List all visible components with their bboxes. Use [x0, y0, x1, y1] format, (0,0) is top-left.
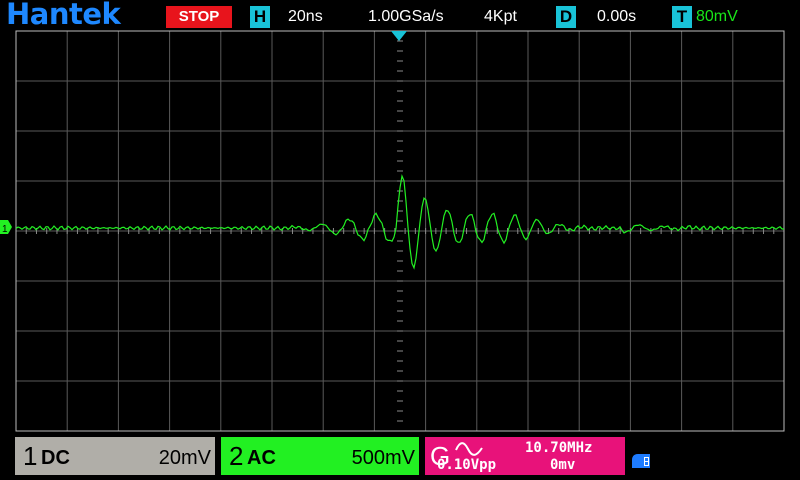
delay-value[interactable]: 0.00s	[597, 6, 636, 28]
delay-tag-icon: D	[556, 6, 576, 28]
svg-text:1: 1	[2, 224, 8, 235]
scope-display: 1	[0, 30, 785, 432]
status-bar: Hantek STOP H 20ns 1.00GSa/s 4Kpt D 0.00…	[0, 0, 800, 32]
horizontal-tag-icon: H	[250, 6, 270, 28]
channel1-scale: 20mV	[158, 447, 211, 469]
usb-storage-icon	[632, 454, 650, 468]
run-stop-button[interactable]: STOP	[166, 6, 232, 28]
timebase-value[interactable]: 20ns	[288, 6, 323, 28]
channel2-coupling: AC	[247, 447, 276, 469]
generator-frequency: 10.70MHz	[525, 440, 593, 456]
channel2-waveform	[15, 173, 785, 270]
trigger-level-value[interactable]: 80mV	[696, 6, 738, 28]
channel1-number: 1	[23, 441, 38, 471]
trigger-tag-icon: T	[672, 6, 692, 28]
generator-offset: 0mv	[550, 457, 576, 473]
memory-depth-value: 4Kpt	[484, 8, 517, 25]
channel-info-bar: 1 DC 20mV 2 AC 500mV G 10.70MHz 0.10Vpp …	[0, 435, 800, 480]
sample-rate-value: 1.00GSa/s	[368, 8, 444, 25]
generator-amplitude: 0.10Vpp	[437, 457, 497, 473]
channel2-number: 2	[229, 441, 244, 471]
brand-logo: Hantek	[6, 0, 121, 31]
channel1-coupling: DC	[41, 447, 70, 469]
channel1-panel[interactable]: 1 DC 20mV	[15, 437, 215, 475]
graticule	[15, 30, 784, 432]
channel2-scale: 500mV	[351, 447, 415, 469]
trigger-position-marker-icon	[391, 31, 407, 41]
sine-wave-icon	[455, 442, 483, 456]
channel1-ground-marker-icon: 1	[0, 220, 12, 235]
generator-panel[interactable]: G 10.70MHz 0.10Vpp 0mv	[425, 437, 625, 475]
channel2-panel[interactable]: 2 AC 500mV	[221, 437, 419, 475]
